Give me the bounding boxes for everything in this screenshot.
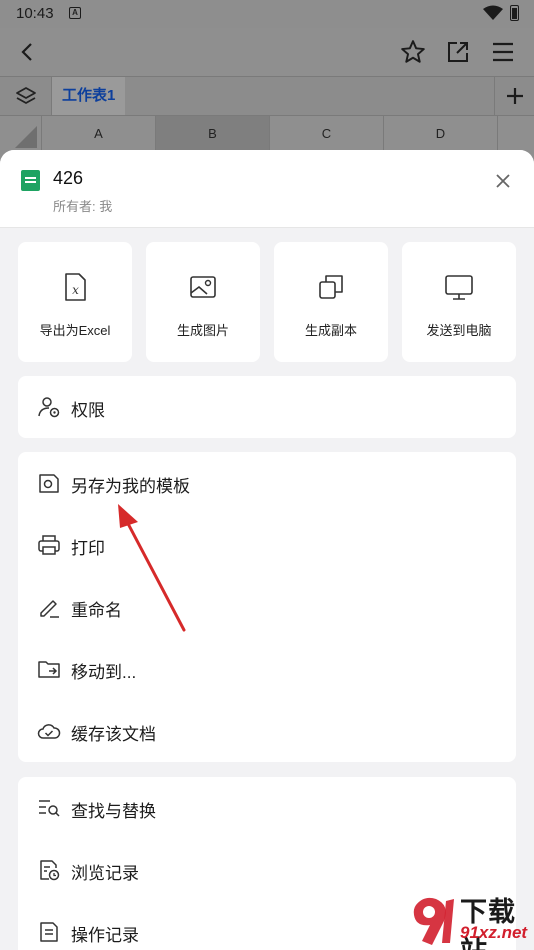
add-sheet-button[interactable]: [494, 77, 534, 115]
folder-move-icon: [38, 661, 60, 678]
export-excel-label: 导出为Excel: [39, 323, 111, 338]
print-label: 打印: [71, 539, 105, 558]
permission-label: 权限: [71, 401, 105, 420]
sheet-tab-bar: 工作表1: [0, 76, 534, 116]
export-excel-button[interactable]: x 导出为Excel: [18, 242, 132, 362]
file-owner: 所有者: 我: [53, 199, 113, 214]
favorite-button[interactable]: [399, 38, 427, 66]
battery-icon: [510, 5, 519, 21]
back-button[interactable]: [14, 38, 42, 66]
svg-text:x: x: [72, 283, 79, 297]
column-header-b[interactable]: B: [156, 116, 270, 152]
status-time: 10:43: [16, 5, 54, 22]
pencil-icon: [40, 600, 59, 618]
permission-card: 权限: [18, 376, 516, 438]
file-name: 426: [53, 168, 84, 188]
save-as-template-item[interactable]: 另存为我的模板: [18, 452, 516, 514]
send-to-pc-label: 发送到电脑: [426, 323, 492, 338]
print-item[interactable]: 打印: [18, 514, 516, 576]
back-arrow-icon: [21, 43, 32, 61]
generate-image-button[interactable]: 生成图片: [146, 242, 260, 362]
browse-history-label: 浏览记录: [71, 864, 139, 883]
share-button[interactable]: [444, 38, 472, 66]
move-to-label: 移动到...: [71, 663, 137, 682]
annotation-arrow: [118, 504, 186, 632]
spreadsheet-file-icon: [21, 170, 40, 191]
copy-icon: [319, 275, 343, 299]
make-copy-label: 生成副本: [304, 323, 357, 338]
find-replace-item[interactable]: 查找与替换: [18, 777, 516, 839]
send-to-pc-button[interactable]: 发送到电脑: [402, 242, 516, 362]
column-header-c[interactable]: C: [270, 116, 384, 152]
make-copy-button[interactable]: 生成副本: [274, 242, 388, 362]
close-icon: [496, 174, 510, 188]
status-bar: 10:43 A: [0, 0, 534, 28]
rename-item[interactable]: 重命名: [18, 576, 516, 638]
move-to-item[interactable]: 移动到...: [18, 638, 516, 700]
app-toolbar: [0, 28, 534, 76]
monitor-icon: [445, 275, 473, 300]
save-as-template-label: 另存为我的模板: [71, 477, 190, 496]
cache-document-item[interactable]: 缓存该文档: [18, 700, 516, 762]
user-permission-icon: [38, 397, 60, 418]
cache-document-label: 缓存该文档: [71, 725, 156, 744]
document-menu-sheet: 426 所有者: 我 x 导出为Excel 生成图片 生成副本 发送到电脑 权限: [0, 150, 534, 950]
printer-icon: [38, 535, 60, 555]
operation-log-icon: [40, 922, 58, 942]
close-button[interactable]: [492, 170, 514, 192]
quick-actions: x 导出为Excel 生成图片 生成副本 发送到电脑: [18, 242, 516, 362]
image-icon: [190, 276, 216, 298]
permission-item[interactable]: 权限: [18, 376, 516, 438]
layers-icon: [15, 87, 36, 104]
wifi-icon: [483, 5, 503, 20]
select-all-corner[interactable]: [0, 116, 42, 152]
cloud-check-icon: [37, 724, 61, 739]
site-watermark: 下载站 91xz.net: [410, 887, 534, 950]
star-icon: [401, 40, 425, 63]
share-external-icon: [448, 42, 468, 62]
file-actions-card: 另存为我的模板 打印 重命名 移动到... 缓存该文档: [18, 452, 516, 762]
history-doc-icon: [40, 860, 60, 881]
file-info-header: 426 所有者: 我: [0, 150, 534, 228]
watermark-domain: 91xz.net: [460, 923, 528, 942]
column-header-d[interactable]: D: [384, 116, 498, 152]
column-header-row: A B C D: [0, 116, 534, 152]
plus-icon: [506, 88, 523, 104]
find-replace-label: 查找与替换: [71, 802, 156, 821]
tab-sheet1[interactable]: 工作表1: [52, 77, 126, 115]
menu-button[interactable]: [489, 38, 517, 66]
column-header-a[interactable]: A: [42, 116, 156, 152]
operation-history-label: 操作记录: [71, 926, 139, 945]
sheet-list-button[interactable]: [0, 77, 52, 115]
find-list-icon: [39, 800, 60, 817]
watermark-logo-icon: [413, 897, 454, 945]
hamburger-icon: [493, 42, 513, 62]
generate-image-label: 生成图片: [176, 323, 229, 338]
template-icon: [39, 474, 59, 493]
notification-a-icon: A: [69, 7, 81, 19]
excel-icon: x: [65, 273, 86, 301]
